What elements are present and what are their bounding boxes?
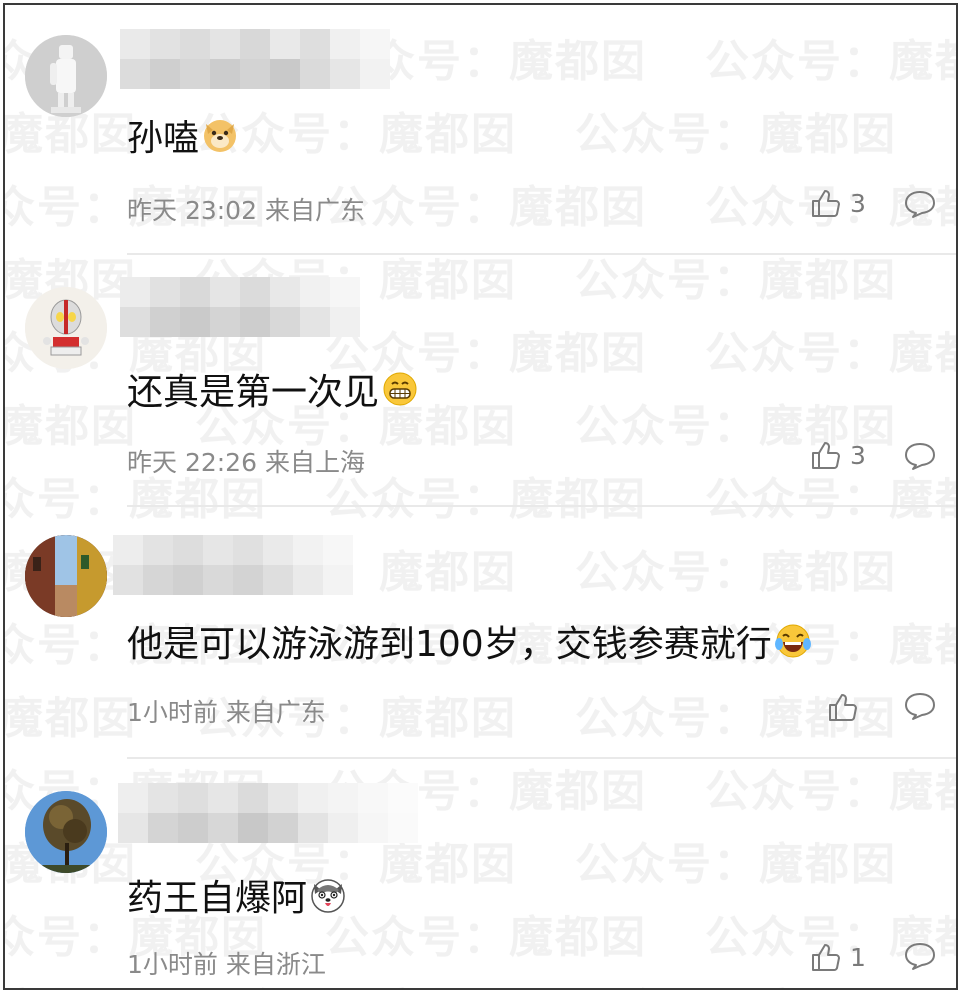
avatar[interactable] [25,287,107,369]
comment-text: 他是可以游泳游到100岁，交钱参赛就行 [127,615,812,667]
thumbs-up-icon [812,442,840,469]
username-blurred[interactable] [113,535,353,595]
comment-list: 公众号：魔都囡公众号：魔都囡公众号：魔都囡公众号：魔都囡公众号：魔都囡公众号：魔… [3,3,958,990]
comment-meta: 1小时前 来自广东 [127,693,326,729]
avatar[interactable] [25,35,107,117]
comment-meta: 昨天 23:02 来自广东 [127,191,365,227]
avatar[interactable] [25,535,107,617]
comment-meta: 1小时前 来自浙江 [127,945,326,981]
comment-time: 1小时前 [127,950,218,979]
divider [127,253,956,255]
username-blurred[interactable] [118,783,418,843]
comment-location: 来自上海 [264,448,365,477]
username-blurred[interactable] [120,29,390,89]
like-button[interactable] [827,691,867,723]
comment-time: 昨天 23:02 [127,196,257,225]
comment-item: 孙嗑 昨天 23:02 来自广东 3 [5,5,956,255]
divider [127,505,956,507]
like-button[interactable]: 3 [810,439,866,471]
ultraman-avatar-image [25,287,107,369]
comment-location: 来自浙江 [225,950,326,979]
comment-text: 孙嗑 [127,109,239,161]
husky-emoji-icon [311,879,345,913]
thumbs-up-icon [829,694,857,721]
reply-bubble-icon[interactable] [903,189,937,219]
comment-location: 来自广东 [264,196,365,225]
comment-meta: 昨天 22:26 来自上海 [127,443,365,479]
reply-bubble-icon[interactable] [903,941,937,971]
grin-emoji-icon [383,372,417,406]
like-button[interactable]: 1 [810,941,866,973]
like-count: 3 [850,188,866,218]
like-button[interactable]: 3 [810,187,866,219]
thumbs-up-icon [812,944,840,971]
comment-time: 1小时前 [127,698,218,727]
comment-body: 药王自爆阿 [127,878,308,919]
laugh-cry-emoji-icon [774,624,811,658]
comment-time: 昨天 22:26 [127,448,257,477]
comment-body: 还真是第一次见 [127,372,380,413]
comment-item: 药王自爆阿 1小时前 来自浙江 1 [5,761,956,988]
thumbs-up-icon [812,190,840,217]
username-blurred[interactable] [120,277,360,337]
comment-body: 孙嗑 [127,118,200,159]
comment-body: 他是可以游泳游到100岁，交钱参赛就行 [127,624,772,665]
like-count: 3 [850,440,866,470]
avatar[interactable] [25,791,107,873]
comment-text: 药王自爆阿 [127,869,347,921]
comment-item: 他是可以游泳游到100岁，交钱参赛就行 1小时前 来自广东 [5,509,956,759]
comment-item: 还真是第一次见 昨天 22:26 来自上海 3 [5,257,956,507]
comment-location: 来自广东 [225,698,326,727]
alley-avatar-image [25,535,107,617]
doge-emoji-icon [204,120,237,152]
reply-bubble-icon[interactable] [903,441,937,471]
tree-avatar-image [25,791,107,873]
comment-text: 还真是第一次见 [127,363,419,415]
divider [127,757,956,759]
like-count: 1 [850,942,866,972]
statue-avatar-image [25,35,107,117]
reply-bubble-icon[interactable] [903,691,937,721]
